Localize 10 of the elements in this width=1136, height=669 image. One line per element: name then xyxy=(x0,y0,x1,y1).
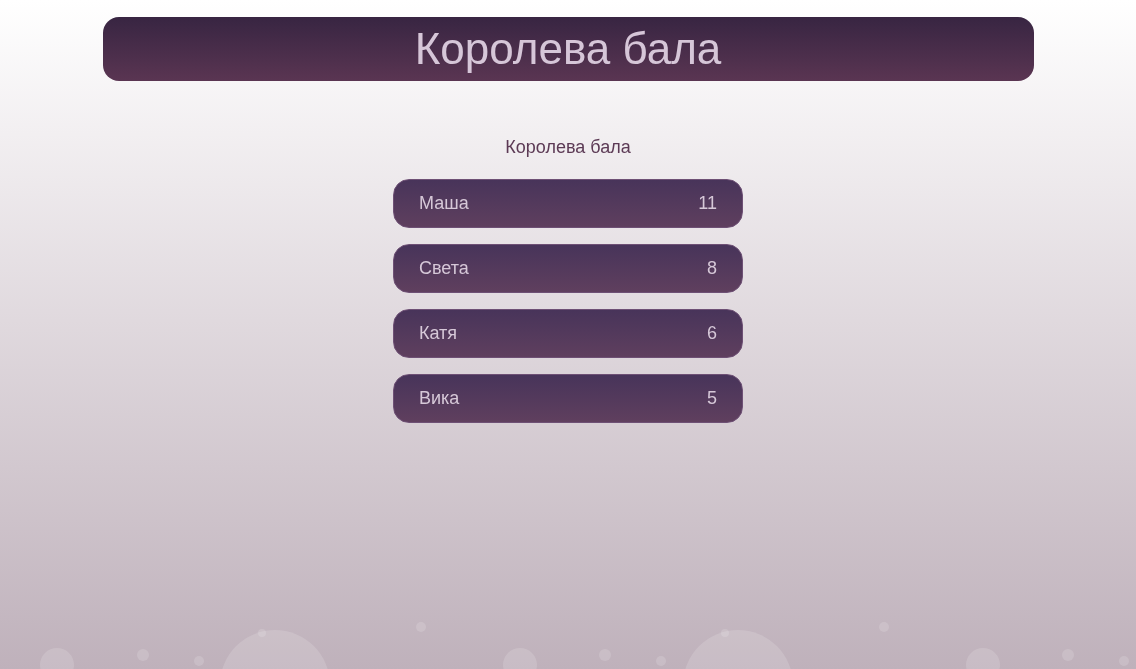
contestant-name: Катя xyxy=(419,322,458,345)
vote-count: 6 xyxy=(707,322,717,345)
vote-count: 5 xyxy=(707,387,717,410)
contestant-name: Света xyxy=(419,257,469,280)
vote-count: 8 xyxy=(707,257,717,280)
vote-count: 11 xyxy=(698,192,717,215)
contestant-name: Маша xyxy=(419,192,469,215)
page-title: Королева бала xyxy=(414,27,722,71)
contestant-name: Вика xyxy=(419,387,460,410)
section-heading: Королева бала xyxy=(505,136,631,159)
